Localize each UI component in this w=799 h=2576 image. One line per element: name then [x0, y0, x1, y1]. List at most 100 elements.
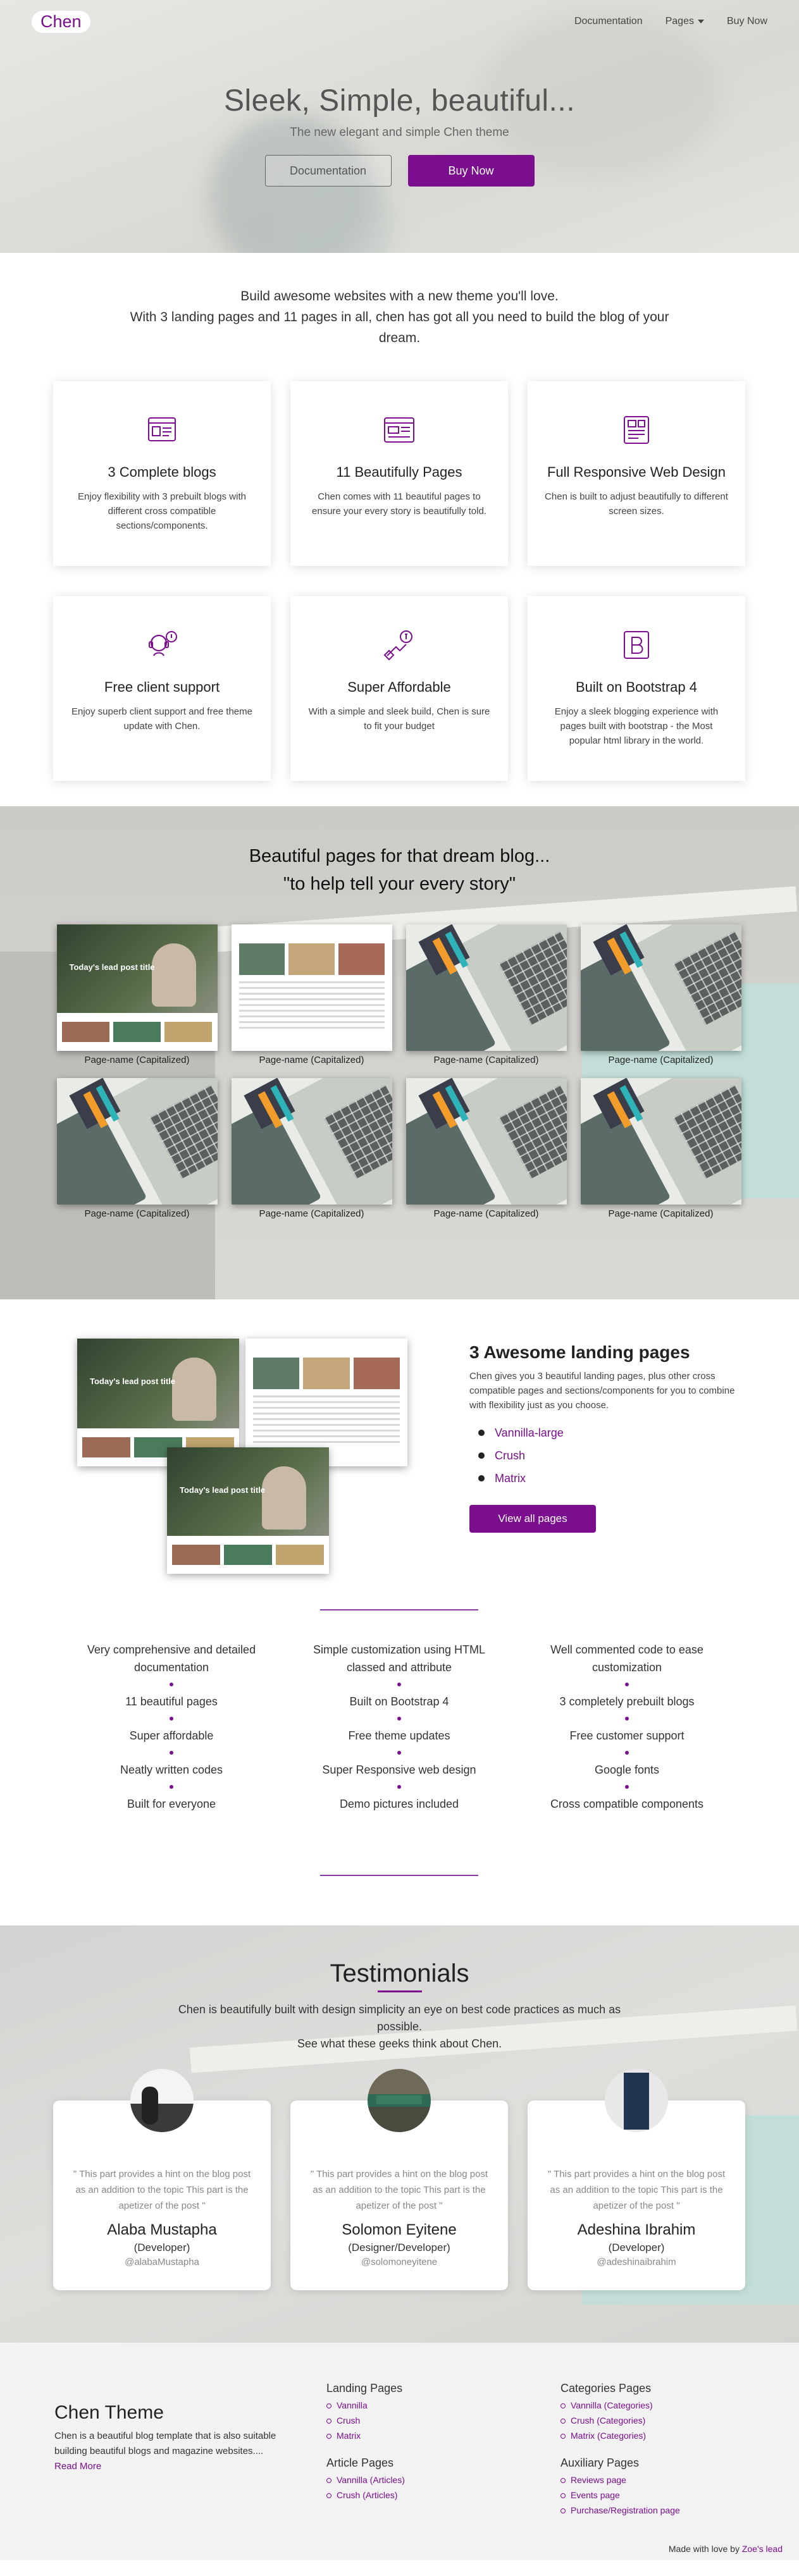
author-link[interactable]: Zoe's lead [742, 2544, 783, 2554]
testimonial-handle[interactable]: @alabaMustapha [53, 2257, 271, 2267]
page-thumbnail[interactable]: Page-name (Capitalized) [580, 924, 741, 1065]
landing-link-crush[interactable]: Crush [478, 1444, 748, 1467]
read-more-link[interactable]: Read More [54, 2461, 101, 2472]
footer-article-pages: Article Pages Vannilla (Articles) Crush … [326, 2456, 405, 2503]
page-thumbnail[interactable]: Page-name (Capitalized) [231, 1078, 392, 1219]
feature-column-3: Well commented code to ease customizatio… [523, 1641, 731, 1813]
feature-item: Demo pictures included [339, 1798, 459, 1810]
page-thumbnail[interactable]: Page-name (Capitalized) [56, 1078, 218, 1219]
intro-section: Build awesome websites with a new theme … [0, 253, 799, 348]
footer-link[interactable]: Crush (Categories) [561, 2413, 653, 2428]
features-grid: 3 Complete blogs Enjoy flexibility with … [53, 381, 746, 806]
feature-column-2: Simple customization using HTML classed … [295, 1641, 504, 1813]
footer-categories-pages: Categories Pages Vannilla (Categories) C… [561, 2382, 653, 2443]
title-underline [377, 1990, 422, 1992]
thumbnail-image [580, 1078, 741, 1205]
footer: Chen Theme Chen is a beautiful blog temp… [0, 2343, 799, 2560]
bullet-dot [397, 1785, 401, 1789]
buy-now-button[interactable]: Buy Now [407, 155, 535, 187]
page-thumbnail[interactable]: Today's lead post title Page-name (Capit… [56, 924, 218, 1065]
testimonial-role: (Designer/Developer) [348, 2242, 450, 2254]
screenshot-title: Today's lead post title [180, 1485, 266, 1495]
footer-group-title: Categories Pages [561, 2382, 652, 2395]
documentation-button[interactable]: Documentation [264, 155, 392, 187]
footer-link[interactable]: Vannilla [326, 2398, 402, 2413]
feature-text: With a simple and sleek build, Chen is s… [308, 706, 490, 732]
page-thumbnail[interactable]: Page-name (Capitalized) [580, 1078, 741, 1219]
footer-theme-text: Chen is a beautiful blog template that i… [54, 2429, 282, 2474]
brand-logo[interactable]: Chen [32, 10, 90, 33]
feature-item: Neatly written codes [120, 1763, 223, 1776]
footer-link[interactable]: Purchase/Registration page [561, 2503, 680, 2518]
testimonial-cards: " This part provides a hint on the blog … [53, 2069, 746, 2290]
feature-title: 11 Beautifully Pages [336, 464, 462, 480]
thumbnail-caption: Page-name (Capitalized) [433, 1208, 539, 1219]
hero-buttons: Documentation Buy Now [0, 155, 799, 187]
footer-link[interactable]: Matrix [326, 2428, 402, 2443]
bullet-dot [625, 1717, 629, 1720]
testimonials-lead-2: See what these geeks think about Chen. [297, 2037, 502, 2050]
testimonial-quote: " This part provides a hint on the blog … [310, 2169, 488, 2211]
feature-item: Very comprehensive and detailed document… [87, 1643, 256, 1674]
nav-pages-dropdown[interactable]: Pages [666, 16, 704, 27]
feature-card: 11 Beautifully Pages Chen comes with 11 … [290, 381, 508, 566]
footer-about: Chen Theme Chen is a beautiful blog temp… [54, 2402, 282, 2474]
landing-text: 3 Awesome landing pages Chen gives you 3… [469, 1342, 748, 1533]
thumbnail-caption: Page-name (Capitalized) [84, 1055, 190, 1065]
footer-link[interactable]: Events page [561, 2487, 680, 2503]
testimonial-quote: " This part provides a hint on the blog … [73, 2169, 251, 2211]
footer-auxiliary-pages: Auxiliary Pages Reviews page Events page… [561, 2456, 680, 2518]
avatar [368, 2069, 431, 2132]
nav-documentation[interactable]: Documentation [574, 16, 643, 27]
feature-list-section: Very comprehensive and detailed document… [0, 1609, 799, 1925]
footer-link[interactable]: Vannilla (Articles) [326, 2472, 405, 2487]
nav-buy-now[interactable]: Buy Now [727, 16, 767, 27]
landing-description: Chen gives you 3 beautiful landing pages… [469, 1371, 735, 1411]
footer-link[interactable]: Crush [326, 2413, 402, 2428]
testimonial-role: (Developer) [608, 2242, 665, 2254]
responsive-design-icon [624, 416, 649, 444]
hero-section: Chen Documentation Pages Buy Now Sleek, … [0, 0, 799, 253]
divider [320, 1609, 478, 1610]
testimonials-content: Testimonials Chen is beautifully built w… [0, 1925, 799, 2290]
thumbnail-image [406, 924, 567, 1051]
feature-title: Super Affordable [347, 679, 451, 695]
thumbnail-image [406, 1078, 567, 1205]
feature-title: 3 Complete blogs [108, 464, 216, 480]
feature-item: Free customer support [569, 1729, 684, 1742]
thumbnail-image [231, 924, 392, 1051]
affordable-icon [383, 630, 412, 661]
made-with-text: Made with love by [668, 2544, 740, 2554]
page-thumbnail[interactable]: Page-name (Capitalized) [406, 1078, 567, 1219]
hero-title: Sleek, Simple, beautiful... [223, 84, 576, 118]
landing-link-vannilla[interactable]: Vannilla-large [478, 1421, 748, 1444]
feature-column-1: Very comprehensive and detailed document… [67, 1641, 276, 1813]
feature-title: Built on Bootstrap 4 [575, 679, 697, 695]
view-all-pages-button[interactable]: View all pages [469, 1505, 596, 1533]
gallery-subtitle: "to help tell your every story" [283, 874, 516, 894]
bullet-dot [397, 1717, 401, 1720]
nav-links: Documentation Pages Buy Now [574, 16, 767, 27]
testimonials-lead: Chen is beautifully built with design si… [178, 2003, 621, 2033]
landing-link-matrix[interactable]: Matrix [478, 1467, 748, 1490]
page-thumbnail[interactable]: Page-name (Capitalized) [406, 924, 567, 1065]
footer-link[interactable]: Vannilla (Categories) [561, 2398, 653, 2413]
thumbnail-title: Today's lead post title [69, 962, 155, 972]
footer-link[interactable]: Matrix (Categories) [561, 2428, 653, 2443]
intro-line-1: Build awesome websites with a new theme … [240, 289, 559, 304]
thumbnail-caption: Page-name (Capitalized) [433, 1055, 539, 1065]
footer-credit: Made with love by Zoe's lead [669, 2544, 783, 2554]
thumbnail-image [56, 1078, 218, 1205]
footer-group-title: Auxiliary Pages [561, 2456, 640, 2469]
testimonial-handle[interactable]: @solomoneyitene [290, 2257, 508, 2267]
gallery-content: Beautiful pages for that dream blog... "… [0, 806, 799, 1219]
testimonial-handle[interactable]: @adeshinaibrahim [528, 2257, 745, 2267]
bullet-dot [397, 1751, 401, 1755]
landing-pages-section: Today's lead post title Today's lead pos… [0, 1299, 799, 1609]
landing-list: Vannilla-large Crush Matrix [478, 1421, 748, 1490]
footer-link[interactable]: Crush (Articles) [326, 2487, 405, 2503]
page-thumbnail[interactable]: Page-name (Capitalized) [231, 924, 392, 1065]
footer-link[interactable]: Reviews page [561, 2472, 680, 2487]
feature-title: Full Responsive Web Design [547, 464, 726, 480]
bullet-dot [397, 1683, 401, 1686]
